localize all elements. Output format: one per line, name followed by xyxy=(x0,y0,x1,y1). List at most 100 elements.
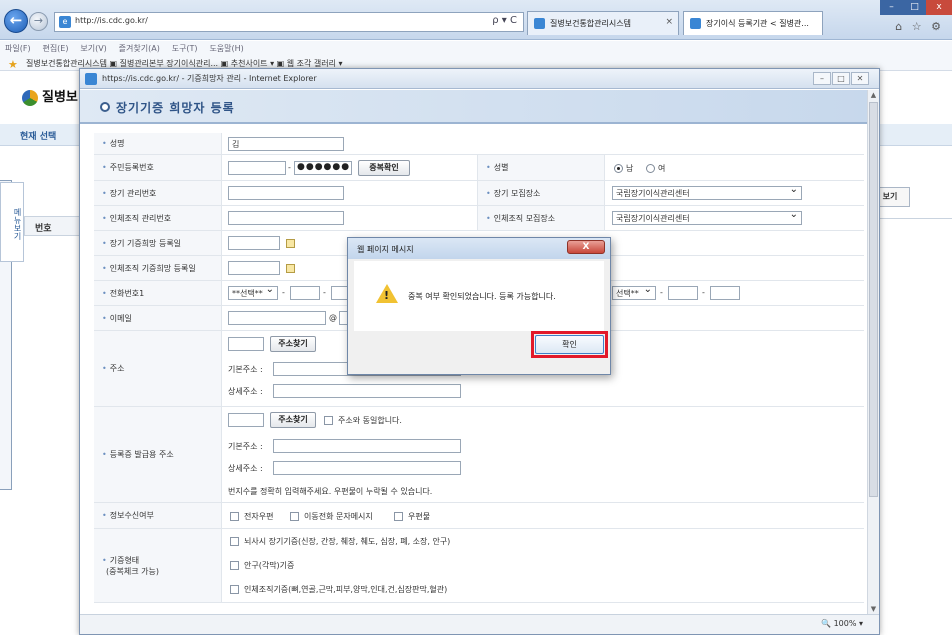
tissue-reg-date-label: • 인체조직 기증희망 등록일 xyxy=(94,256,222,280)
warning-mark: ! xyxy=(384,289,390,302)
favorites-links[interactable]: 질병보건통합관리시스템 ▣ 질병관리본부 장기이식관리... ▣ 추천사이트 ▾… xyxy=(26,59,343,68)
back-button[interactable]: ← xyxy=(4,9,28,33)
popup-title: https://is.cdc.go.kr/ - 기증희망자 관리 - Inter… xyxy=(102,74,317,83)
logo-icon xyxy=(22,89,38,106)
scroll-thumb[interactable] xyxy=(869,102,878,497)
row-donation-type: • 기증형태 (중복체크 가능) 뇌사시 장기기증(신장, 간장, 췌장, 췌도,… xyxy=(94,529,864,603)
email-label: • 이메일 xyxy=(94,306,222,330)
tissue-donation-checkbox[interactable] xyxy=(230,585,239,594)
rrn-label: • 주민등록번호 xyxy=(94,155,222,180)
forward-button[interactable]: → xyxy=(29,12,48,31)
menu-view[interactable]: 보기(V) xyxy=(80,41,106,56)
tab-organ-transplant[interactable]: 장기이식 등록기관 < 질병관... xyxy=(683,11,823,35)
browser-titlebar: ← → e http://is.cdc.go.kr/ ρ ▾ C 질병보건통합관… xyxy=(0,0,952,40)
phone2-area-select[interactable]: 선택** xyxy=(612,284,656,300)
organ-mgmt-no-input[interactable] xyxy=(228,186,344,200)
name-input[interactable]: 김 xyxy=(228,137,344,151)
menu-favorites[interactable]: 즐겨찾기(A) xyxy=(119,41,160,56)
address-tools[interactable]: ρ ▾ C xyxy=(492,15,517,26)
dialog-body: ! 중복 여부 확인되었습니다. 등록 가능합니다. xyxy=(354,261,604,331)
favorites-star-icon[interactable]: ★ xyxy=(8,57,18,70)
zipcode-input[interactable] xyxy=(228,337,264,351)
ok-button[interactable]: 확인 xyxy=(535,335,604,354)
address-bar[interactable]: e http://is.cdc.go.kr/ ρ ▾ C xyxy=(54,12,524,32)
info-receive-label: • 정보수신여부 xyxy=(94,503,222,528)
ie-icon xyxy=(85,73,97,85)
tissue-mgmt-no-input[interactable] xyxy=(228,211,344,225)
card-detail-address-input[interactable] xyxy=(273,461,461,475)
tissue-collect-place-label: • 인체조직 모집장소 xyxy=(477,206,605,230)
card-basic-address-input[interactable] xyxy=(273,439,461,453)
tissue-mgmt-no-label: • 인체조직 관리번호 xyxy=(94,206,222,230)
home-star-gear-icons[interactable]: ⌂ ☆ ⚙ xyxy=(895,20,944,33)
current-menu-label: 현재 선택 xyxy=(20,132,57,142)
ie-icon: e xyxy=(59,16,71,28)
address-search-button[interactable]: 주소찾기 xyxy=(270,336,316,352)
card-address-search-button[interactable]: 주소찾기 xyxy=(270,412,316,428)
same-address-label: 주소와 동일합니다. xyxy=(338,416,402,425)
zoom-level[interactable]: 🔍 100% ▾ xyxy=(821,619,863,628)
card-detail-address-label: 상세주소 : xyxy=(228,464,263,473)
zoom-icon: 🔍 xyxy=(821,619,832,628)
gender-label: • 성별 xyxy=(477,155,605,180)
minimize-button[interactable]: – xyxy=(880,0,903,15)
menu-edit[interactable]: 편집(E) xyxy=(42,41,68,56)
rrn-back-input[interactable]: ●●●●●● xyxy=(294,161,352,175)
phone1-mid-input[interactable] xyxy=(290,286,320,300)
menu-toggle-tab[interactable]: 메뉴보기 xyxy=(0,182,24,262)
same-address-checkbox[interactable] xyxy=(324,416,333,425)
gender-female-label: 여 xyxy=(658,164,666,173)
receive-mail-checkbox[interactable] xyxy=(394,512,403,521)
calendar-icon[interactable] xyxy=(286,264,295,273)
calendar-icon[interactable] xyxy=(286,239,295,248)
receive-sms-checkbox[interactable] xyxy=(290,512,299,521)
popup-window-controls: – □ ✕ xyxy=(812,72,869,85)
popup-minimize-button[interactable]: – xyxy=(813,72,831,85)
menu-bar: 파일(F) 편집(E) 보기(V) 즐겨찾기(A) 도구(T) 도움말(H) xyxy=(0,41,952,56)
cornea-donation-checkbox[interactable] xyxy=(230,561,239,570)
receive-email-checkbox[interactable] xyxy=(230,512,239,521)
phone1-area-select[interactable]: **선택** xyxy=(228,284,278,300)
popup-maximize-button[interactable]: □ xyxy=(832,72,850,85)
email-at: @ xyxy=(329,313,337,322)
tab-integrated-system[interactable]: 질병보건통합관리시스템 × xyxy=(527,11,679,35)
row-info-receive: • 정보수신여부 전자우편 이동전화 문자메시지 우편물 xyxy=(94,503,864,529)
address-text[interactable]: http://is.cdc.go.kr/ xyxy=(75,16,148,25)
dialog-close-button[interactable]: X xyxy=(567,240,605,254)
close-window-button[interactable]: x xyxy=(926,0,952,15)
page-header: 장기기증 희망자 등록 xyxy=(80,90,868,124)
address-label: • 주소 xyxy=(94,331,222,406)
organ-reg-date-input[interactable] xyxy=(228,236,280,250)
gender-male-radio[interactable] xyxy=(614,164,623,173)
card-zipcode-input[interactable] xyxy=(228,413,264,427)
phone2-mid-input[interactable] xyxy=(668,286,698,300)
menu-tools[interactable]: 도구(T) xyxy=(172,41,198,56)
tissue-reg-date-input[interactable] xyxy=(228,261,280,275)
header-bullet-icon xyxy=(100,102,110,112)
rrn-front-input[interactable] xyxy=(228,161,286,175)
duplicate-check-button[interactable]: 중복확인 xyxy=(358,160,410,176)
popup-close-button[interactable]: ✕ xyxy=(851,72,869,85)
organ-donation-checkbox[interactable] xyxy=(230,537,239,546)
tissue-collect-place-select[interactable]: 국립장기이식관리센터 xyxy=(612,209,802,225)
menu-file[interactable]: 파일(F) xyxy=(5,41,31,56)
webpage-message-dialog: 웹 페이지 메시지 X ! 중복 여부 확인되었습니다. 등록 가능합니다. 확… xyxy=(347,237,611,375)
detail-address-label: 상세주소 : xyxy=(228,387,263,396)
card-address-label: • 등록증 발급용 주소 xyxy=(94,407,222,502)
email-id-input[interactable] xyxy=(228,311,326,325)
detail-address-input[interactable] xyxy=(273,384,461,398)
menu-help[interactable]: 도움말(H) xyxy=(209,41,243,56)
organ-donation-label: 뇌사시 장기기증(신장, 간장, 췌장, 췌도, 심장, 폐, 소장, 안구) xyxy=(244,537,451,546)
close-tab-icon[interactable]: × xyxy=(665,17,673,27)
maximize-button[interactable]: □ xyxy=(903,0,926,15)
table-divider xyxy=(868,218,952,219)
organ-mgmt-no-label: • 장기 관리번호 xyxy=(94,181,222,205)
gender-female-radio[interactable] xyxy=(646,164,655,173)
popup-scrollbar[interactable]: ▲ ▼ xyxy=(867,90,879,615)
page-title: 장기기증 희망자 등록 xyxy=(116,101,235,115)
site-logo[interactable]: 질병보 xyxy=(22,86,78,106)
scroll-up-icon[interactable]: ▲ xyxy=(868,90,879,101)
organ-collect-place-select[interactable]: 국립장기이식관리센터 xyxy=(612,184,802,200)
phone2-last-input[interactable] xyxy=(710,286,740,300)
rrn-dash: - xyxy=(288,163,291,172)
